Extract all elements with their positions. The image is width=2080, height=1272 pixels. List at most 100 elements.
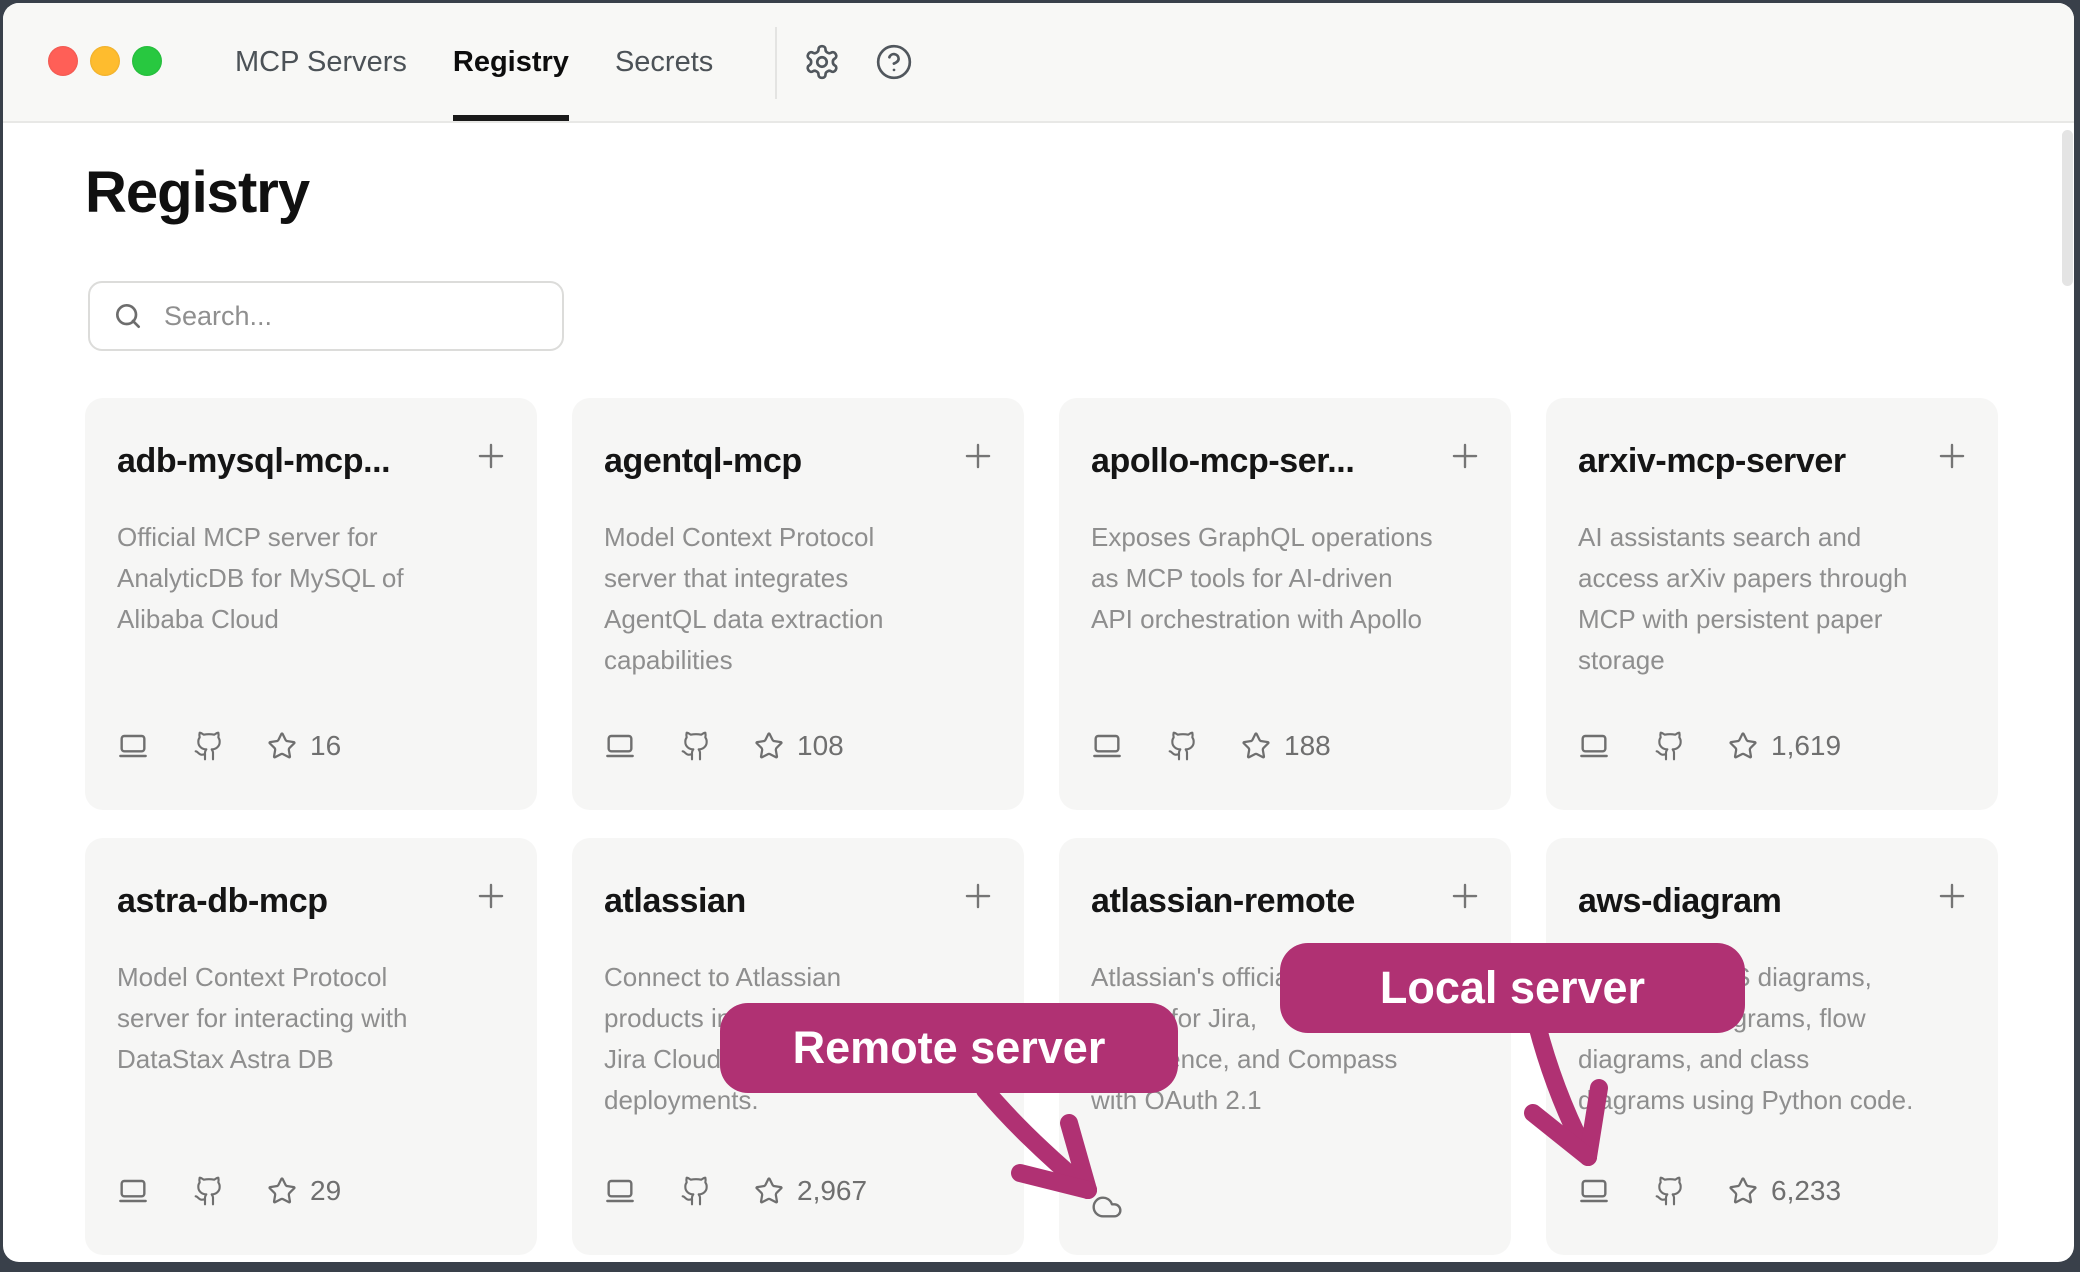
laptop-icon [1578, 730, 1610, 762]
github-icon [193, 1175, 225, 1207]
star-count-group: 29 [267, 1175, 341, 1207]
tab-registry[interactable]: Registry [453, 3, 569, 121]
server-name: atlassian-remote [1091, 880, 1479, 923]
star-icon [1728, 1176, 1758, 1206]
registry-grid: adb-mysql-mcp... Official MCP server for… [85, 398, 1998, 1255]
star-count: 2,967 [797, 1175, 867, 1207]
star-count-group: 2,967 [754, 1175, 867, 1207]
server-description: Model Context Protocol server that integ… [604, 517, 998, 681]
laptop-icon [604, 730, 636, 762]
page-title: Registry [85, 159, 309, 226]
gear-icon [803, 43, 841, 81]
laptop-icon [117, 1175, 149, 1207]
star-count-group: 188 [1241, 730, 1331, 762]
add-server-button[interactable] [1445, 436, 1485, 476]
search-icon [112, 300, 144, 332]
question-mark-icon [875, 43, 913, 81]
local-server-callout: Local server [1280, 943, 1745, 1033]
help-button[interactable] [871, 39, 917, 85]
card-footer: 188 [1091, 730, 1479, 762]
card-footer: 6,233 [1578, 1175, 1966, 1207]
card-footer: 108 [604, 730, 992, 762]
server-name: aws-diagram [1578, 880, 1966, 923]
star-icon [1728, 731, 1758, 761]
github-icon [680, 1175, 712, 1207]
server-description: Model Context Protocol server for intera… [117, 957, 511, 1080]
server-card-apollo-mcp-server[interactable]: apollo-mcp-ser... Exposes GraphQL operat… [1059, 398, 1511, 810]
traffic-lights [48, 46, 162, 76]
titlebar-divider [775, 27, 777, 99]
star-count: 108 [797, 730, 844, 762]
search-input[interactable] [164, 301, 540, 332]
server-name: atlassian [604, 880, 992, 923]
server-name: agentql-mcp [604, 440, 992, 483]
card-footer: 29 [117, 1175, 505, 1207]
star-count: 16 [310, 730, 341, 762]
card-footer: 16 [117, 730, 505, 762]
add-server-button[interactable] [471, 876, 511, 916]
star-count-group: 6,233 [1728, 1175, 1841, 1207]
star-icon [1241, 731, 1271, 761]
close-window-button[interactable] [48, 46, 78, 76]
remote-server-callout: Remote server [720, 1003, 1178, 1093]
titlebar: MCP Servers Registry Secrets [3, 3, 2074, 123]
scrollbar-thumb[interactable] [2062, 130, 2073, 286]
star-count-group: 1,619 [1728, 730, 1841, 762]
plus-icon [1933, 877, 1971, 915]
add-server-button[interactable] [958, 876, 998, 916]
star-icon [267, 731, 297, 761]
server-description: AI assistants search and access arXiv pa… [1578, 517, 1972, 681]
server-name: apollo-mcp-ser... [1091, 440, 1479, 483]
github-icon [1167, 730, 1199, 762]
server-name: astra-db-mcp [117, 880, 505, 923]
add-server-button[interactable] [1445, 876, 1485, 916]
card-footer: 2,967 [604, 1175, 992, 1207]
star-count: 188 [1284, 730, 1331, 762]
add-server-button[interactable] [1932, 436, 1972, 476]
star-icon [754, 1176, 784, 1206]
laptop-icon [604, 1175, 636, 1207]
github-icon [1654, 1175, 1686, 1207]
tab-secrets[interactable]: Secrets [615, 3, 713, 121]
star-icon [267, 1176, 297, 1206]
server-card-aws-diagram[interactable]: aws-diagram Generate AWS diagrams, seque… [1546, 838, 1998, 1255]
laptop-icon [1578, 1175, 1610, 1207]
add-server-button[interactable] [1932, 876, 1972, 916]
star-count-group: 16 [267, 730, 341, 762]
laptop-icon [1091, 730, 1123, 762]
laptop-icon [117, 730, 149, 762]
minimize-window-button[interactable] [90, 46, 120, 76]
github-icon [1654, 730, 1686, 762]
main-tabs: MCP Servers Registry Secrets [235, 3, 713, 121]
server-description: Official MCP server for AnalyticDB for M… [117, 517, 511, 640]
tab-mcp-servers[interactable]: MCP Servers [235, 3, 407, 121]
settings-button[interactable] [799, 39, 845, 85]
server-card-arxiv-mcp-server[interactable]: arxiv-mcp-server AI assistants search an… [1546, 398, 1998, 810]
plus-icon [472, 877, 510, 915]
server-card-agentql-mcp[interactable]: agentql-mcp Model Context Protocol serve… [572, 398, 1024, 810]
plus-icon [1446, 437, 1484, 475]
plus-icon [472, 437, 510, 475]
star-count: 29 [310, 1175, 341, 1207]
star-icon [754, 731, 784, 761]
search-box [88, 281, 564, 351]
star-count-group: 108 [754, 730, 844, 762]
card-footer [1091, 1175, 1479, 1207]
add-server-button[interactable] [958, 436, 998, 476]
card-footer: 1,619 [1578, 730, 1966, 762]
server-name: arxiv-mcp-server [1578, 440, 1966, 483]
server-description: Exposes GraphQL operations as MCP tools … [1091, 517, 1485, 640]
cloud-icon [1091, 1191, 1123, 1223]
github-icon [193, 730, 225, 762]
zoom-window-button[interactable] [132, 46, 162, 76]
server-card-astra-db-mcp[interactable]: astra-db-mcp Model Context Protocol serv… [85, 838, 537, 1255]
github-icon [680, 730, 712, 762]
add-server-button[interactable] [471, 436, 511, 476]
plus-icon [959, 877, 997, 915]
server-card-adb-mysql-mcp[interactable]: adb-mysql-mcp... Official MCP server for… [85, 398, 537, 810]
star-count: 6,233 [1771, 1175, 1841, 1207]
plus-icon [959, 437, 997, 475]
plus-icon [1446, 877, 1484, 915]
server-name: adb-mysql-mcp... [117, 440, 505, 483]
star-count: 1,619 [1771, 730, 1841, 762]
